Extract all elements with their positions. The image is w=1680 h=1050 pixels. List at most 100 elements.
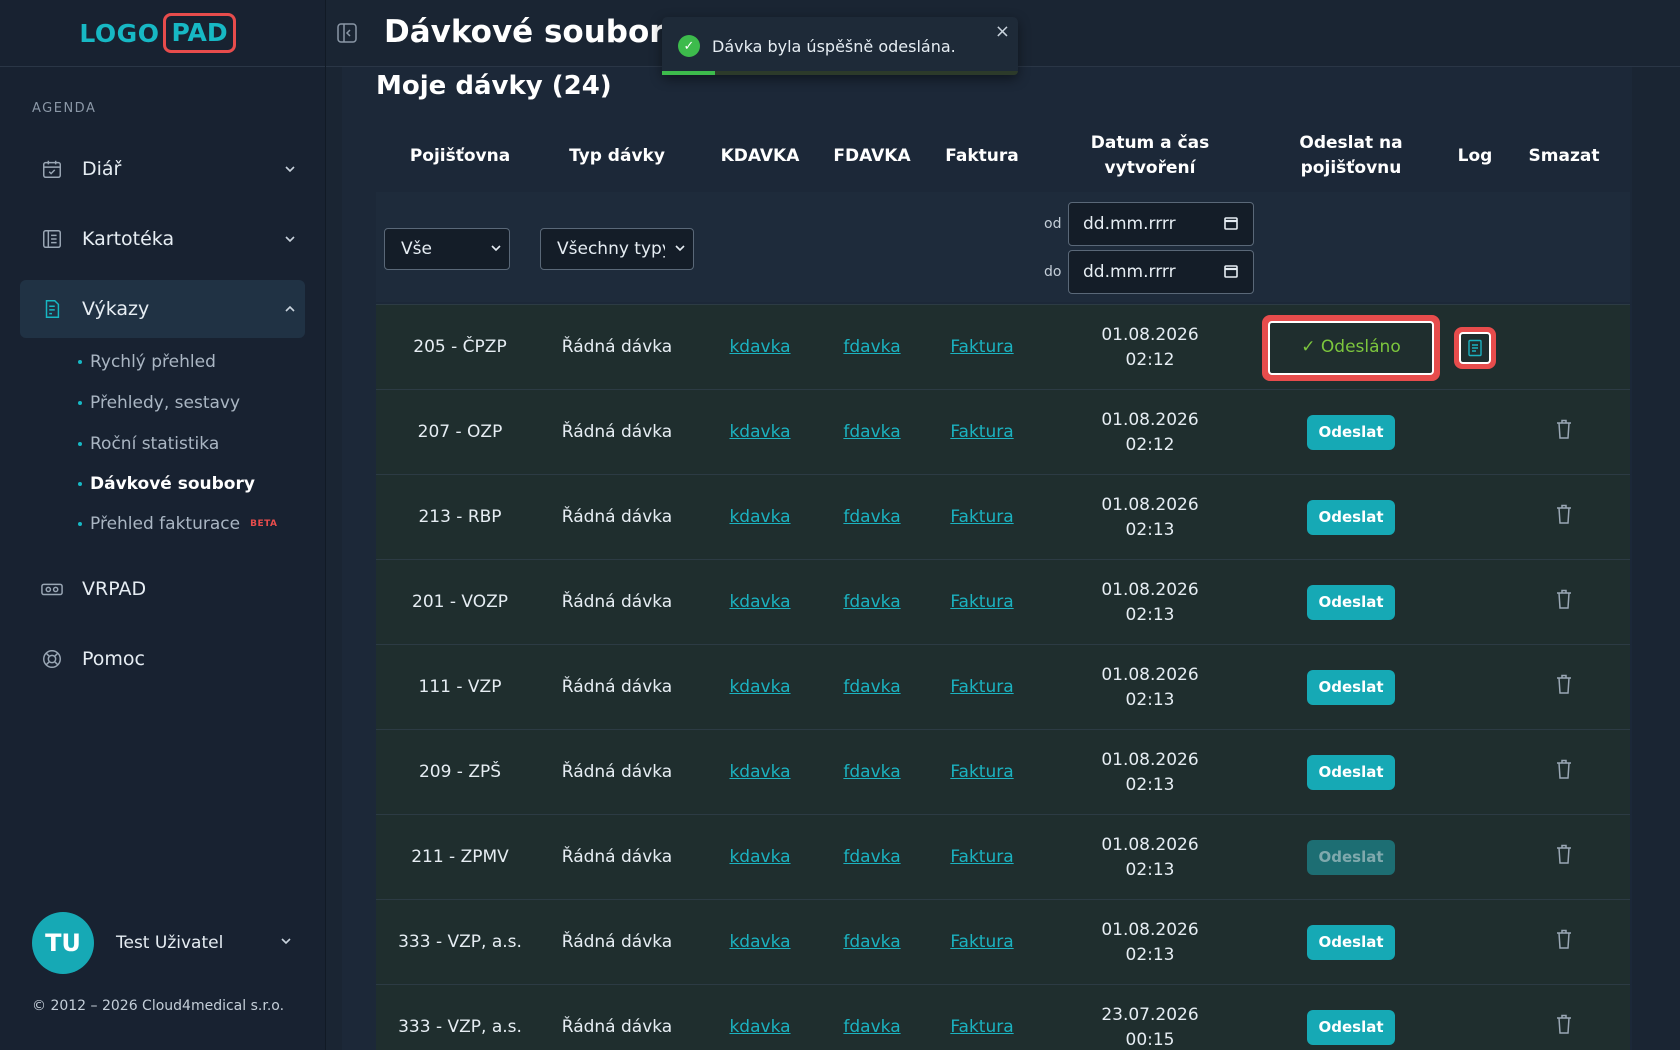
sidebar-item-pomoc[interactable]: Pomoc [20, 630, 305, 688]
chevron-up-icon [275, 303, 305, 315]
cell-delete [1520, 900, 1608, 985]
faktura-link[interactable]: Faktura [950, 1015, 1013, 1040]
kdavka-link[interactable]: kdavka [729, 845, 790, 870]
faktura-link[interactable]: Faktura [950, 930, 1013, 955]
kdavka-link[interactable]: kdavka [729, 590, 790, 615]
cell-datetime: 23.07.2026 00:15 [1066, 985, 1234, 1050]
kdavka-link[interactable]: kdavka [729, 930, 790, 955]
toast-notification: ✓ Dávka byla úspěšně odeslána. × [662, 17, 1018, 75]
date-from-label: od [1044, 216, 1062, 232]
fdavka-link[interactable]: fdavka [843, 335, 900, 360]
kdavka-link[interactable]: kdavka [729, 760, 790, 785]
chevron-down-icon [275, 233, 305, 245]
fdavka-link[interactable]: fdavka [843, 590, 900, 615]
column-header-pojistovna: Pojišťovna [409, 145, 511, 166]
user-menu[interactable]: TU Test Uživatel [32, 912, 292, 974]
trash-icon[interactable] [1554, 418, 1574, 448]
faktura-link[interactable]: Faktura [950, 335, 1013, 360]
column-header-odeslat: Odeslat na pojišťovnu [1299, 133, 1403, 178]
fdavka-link[interactable]: fdavka [843, 420, 900, 445]
sent-status-highlight[interactable]: ✓ Odesláno [1262, 314, 1440, 381]
cell-delete [1520, 645, 1608, 730]
sidebar-subitem-prehledy-sestavy[interactable]: Přehledy, sestavy [78, 393, 240, 413]
send-button[interactable]: Odeslat [1307, 500, 1395, 535]
trash-icon[interactable] [1554, 928, 1574, 958]
cell-send: Odeslat [1262, 390, 1440, 475]
kdavka-link[interactable]: kdavka [729, 420, 790, 445]
faktura-link[interactable]: Faktura [950, 760, 1013, 785]
date-from-placeholder: dd.mm.rrrr [1083, 214, 1176, 234]
trash-icon[interactable] [1554, 503, 1574, 533]
fdavka-link[interactable]: fdavka [843, 845, 900, 870]
faktura-link[interactable]: Faktura [950, 505, 1013, 530]
cell-datetime: 01.08.2026 02:12 [1066, 305, 1234, 390]
sidebar-item-kartoteka[interactable]: Kartotéka [20, 210, 305, 268]
cell-type: Řádná dávka [561, 337, 673, 357]
type-select[interactable]: Všechny typy [540, 228, 694, 270]
sidebar-item-vykazy[interactable]: Výkazy [20, 280, 305, 338]
cell-delete [1520, 730, 1608, 815]
kdavka-link[interactable]: kdavka [729, 1015, 790, 1040]
close-icon[interactable]: × [995, 21, 1010, 42]
send-button[interactable]: Odeslat [1307, 670, 1395, 705]
sidebar-subitem-rychly-prehled[interactable]: Rychlý přehled [78, 352, 216, 372]
cell-date: 01.08.2026 [1101, 409, 1199, 430]
cell-type: Řádná dávka [561, 847, 673, 867]
sidebar-subitem-davkove-soubory[interactable]: Dávkové soubory [78, 474, 255, 494]
trash-icon[interactable] [1554, 1013, 1574, 1043]
bullet-dot [78, 442, 82, 446]
kdavka-link[interactable]: kdavka [729, 675, 790, 700]
sidebar-subitem-rocni-statistika[interactable]: Roční statistika [78, 434, 219, 454]
column-header-smazat: Smazat [1528, 145, 1600, 166]
sidebar-toggle-icon[interactable] [336, 22, 358, 44]
type-select-value: Všechny typy [557, 239, 665, 259]
send-button[interactable]: Odeslat [1307, 925, 1395, 960]
table-row: 213 - RBP Řádná dávka kdavka fdavka Faktura 0… [376, 474, 1630, 559]
fdavka-link[interactable]: fdavka [843, 1015, 900, 1040]
kdavka-link[interactable]: kdavka [729, 335, 790, 360]
send-button[interactable]: Odeslat [1307, 585, 1395, 620]
logo[interactable]: LOGO PAD [0, 0, 325, 67]
trash-icon[interactable] [1554, 588, 1574, 618]
kdavka-link[interactable]: kdavka [729, 505, 790, 530]
sidebar-item-diar[interactable]: Diář [20, 140, 305, 198]
cell-delete [1520, 985, 1608, 1050]
section-title: Moje dávky (24) [376, 71, 612, 101]
date-from-input[interactable]: dd.mm.rrrr [1068, 202, 1254, 246]
send-button[interactable]: Odeslat [1307, 755, 1395, 790]
fdavka-link[interactable]: fdavka [843, 930, 900, 955]
sidebar-item-vrpad[interactable]: VRPAD [20, 560, 305, 618]
calendar-icon[interactable] [1223, 263, 1239, 279]
logo-pad: PAD [163, 13, 236, 53]
sidebar-subitem-prehled-fakturace[interactable]: Přehled fakturace BETA [78, 514, 278, 534]
log-icon [1459, 331, 1491, 364]
log-button[interactable] [1454, 326, 1496, 369]
fdavka-link[interactable]: fdavka [843, 760, 900, 785]
cell-type: Řádná dávka [561, 932, 673, 952]
trash-icon[interactable] [1554, 758, 1574, 788]
faktura-link[interactable]: Faktura [950, 675, 1013, 700]
send-button[interactable]: Odeslat [1307, 415, 1395, 450]
faktura-link[interactable]: Faktura [950, 420, 1013, 445]
cell-type: Řádná dávka [561, 422, 673, 442]
sidebar-item-label: Pomoc [82, 648, 145, 670]
chevron-down-icon [491, 243, 501, 256]
fdavka-link[interactable]: fdavka [843, 675, 900, 700]
beta-badge: BETA [250, 519, 278, 529]
calendar-icon[interactable] [1223, 215, 1239, 231]
trash-icon[interactable] [1554, 843, 1574, 873]
trash-icon[interactable] [1554, 673, 1574, 703]
cell-send: Odeslat [1262, 985, 1440, 1050]
fdavka-link[interactable]: fdavka [843, 505, 900, 530]
bullet-dot [78, 522, 82, 526]
cell-time: 02:13 [1125, 689, 1175, 710]
subitem-label: Přehledy, sestavy [90, 393, 241, 413]
send-button[interactable]: Odeslat [1307, 1010, 1395, 1045]
page-scrollbar[interactable] [1640, 67, 1680, 1050]
cell-insurer: 209 - ZPŠ [418, 762, 502, 782]
bullet-dot [78, 360, 82, 364]
date-to-input[interactable]: dd.mm.rrrr [1068, 250, 1254, 294]
faktura-link[interactable]: Faktura [950, 590, 1013, 615]
faktura-link[interactable]: Faktura [950, 845, 1013, 870]
insurer-select[interactable]: Vše [384, 228, 510, 270]
